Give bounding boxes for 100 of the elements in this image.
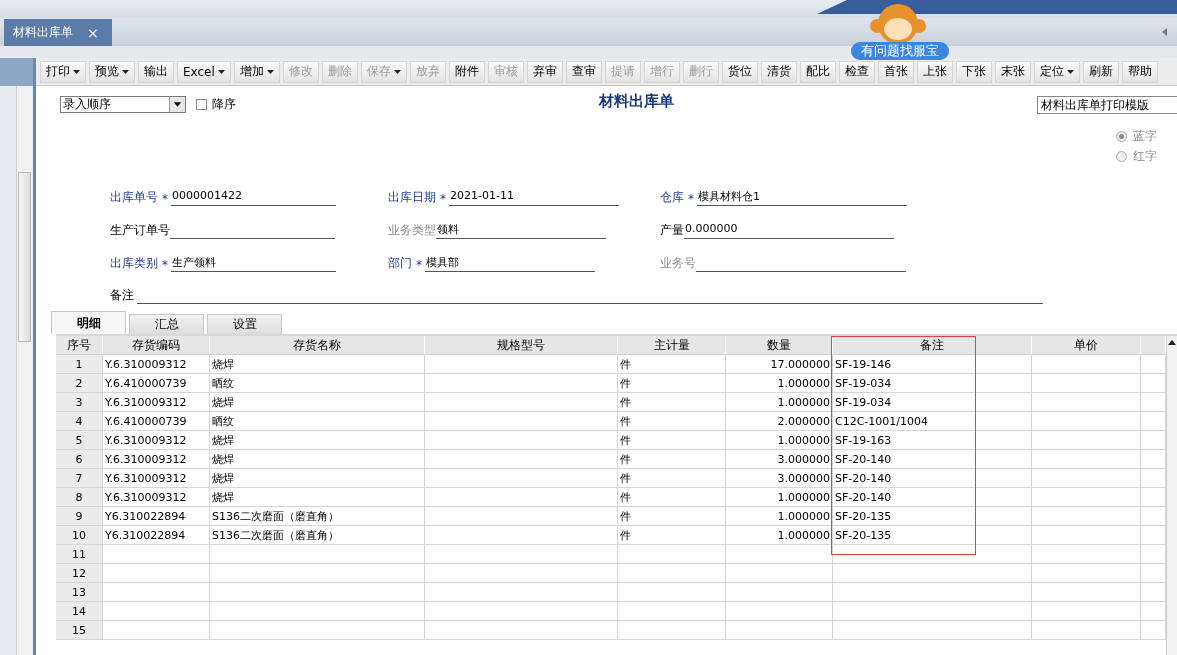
column-header: 数量	[726, 336, 833, 355]
row-number: 3	[56, 393, 103, 412]
document-tab[interactable]: 材料出库单 ×	[4, 19, 112, 46]
table-cell: 件	[618, 355, 726, 374]
column-header: 单价	[1032, 336, 1141, 355]
checkbox-icon[interactable]	[196, 99, 207, 110]
descending-checkbox[interactable]: 降序	[196, 96, 236, 113]
toolbar-button[interactable]: 弃审	[526, 60, 563, 83]
vertical-scrollbar[interactable]	[16, 86, 32, 655]
column-header: 存货名称	[210, 336, 425, 355]
toolbar-button[interactable]: 刷新	[1082, 60, 1119, 83]
row-number: 11	[56, 545, 103, 564]
table-cell: Y.6.410000739	[103, 412, 210, 431]
input-field[interactable]: 0000001422	[171, 189, 336, 206]
table-cell: 烧焊	[210, 488, 425, 507]
toolbar-button[interactable]: 查审	[565, 60, 602, 83]
table-cell	[1141, 507, 1166, 526]
row-number: 15	[56, 621, 103, 640]
scroll-left-icon[interactable]	[1162, 28, 1167, 36]
table-cell: SF-20-140	[833, 450, 1032, 469]
row-number: 14	[56, 602, 103, 621]
toolbar-button[interactable]: 末张	[994, 60, 1031, 83]
table-cell: SF-20-135	[833, 526, 1032, 545]
table-cell: 件	[618, 526, 726, 545]
required-mark: *	[440, 192, 446, 206]
table-cell: 件	[618, 412, 726, 431]
required-mark: *	[688, 192, 694, 206]
column-header: 存货编码	[103, 336, 210, 355]
table-cell: Y6.310022894	[103, 526, 210, 545]
toolbar-button[interactable]: 清货	[760, 60, 797, 83]
table-cell: 1.000000	[726, 526, 833, 545]
toolbar-button[interactable]: 定位	[1033, 60, 1080, 83]
table-cell: SF-20-140	[833, 469, 1032, 488]
sort-select[interactable]: 录入顺序	[60, 96, 186, 113]
table-cell: SF-20-140	[833, 488, 1032, 507]
detail-tab[interactable]: 汇总	[129, 314, 204, 334]
field-label: 备注	[110, 287, 134, 304]
table-cell: SF-19-146	[833, 355, 1032, 374]
input-field[interactable]: 0.000000	[684, 222, 894, 239]
table-cell: 烧焊	[210, 469, 425, 488]
table-cell: 件	[618, 469, 726, 488]
table-cell	[1141, 469, 1166, 488]
table-cell	[1141, 374, 1166, 393]
input-field[interactable]: 生产领料	[171, 255, 336, 272]
toolbar-button[interactable]: 帮助	[1121, 60, 1158, 83]
table-cell: Y6.310022894	[103, 507, 210, 526]
table-cell	[1141, 393, 1166, 412]
toolbar-button[interactable]: 附件	[448, 60, 485, 83]
close-icon[interactable]: ×	[87, 24, 99, 41]
toolbar-button[interactable]: 检查	[838, 60, 875, 83]
table-cell: Y.6.310009312	[103, 431, 210, 450]
required-mark: *	[162, 258, 168, 272]
checkbox-label: 降序	[212, 96, 236, 113]
toolbar-button[interactable]: 增加	[233, 60, 280, 83]
table-cell: 1.000000	[726, 393, 833, 412]
input-field[interactable]: 模具材料仓1	[697, 189, 907, 206]
table-cell: Y.6.310009312	[103, 355, 210, 374]
field-label: 业务类型	[388, 222, 436, 239]
toolbar-button[interactable]: 上张	[916, 60, 953, 83]
toolbar-button[interactable]: 首张	[877, 60, 914, 83]
toolbar-button[interactable]: 配比	[799, 60, 836, 83]
row-number: 13	[56, 583, 103, 602]
table-cell: 烧焊	[210, 393, 425, 412]
toolbar-button[interactable]: 预览	[89, 60, 135, 83]
toolbar-button[interactable]: 货位	[721, 60, 758, 83]
table-cell: 件	[618, 393, 726, 412]
toolbar-button[interactable]: Excel	[177, 60, 231, 83]
field-label: 部门	[388, 255, 412, 272]
table-cell: Y.6.310009312	[103, 393, 210, 412]
table-cell: Y.6.310009312	[103, 469, 210, 488]
table-cell: 件	[618, 507, 726, 526]
toolbar-button[interactable]: 打印	[40, 60, 86, 83]
field-label: 业务号	[660, 255, 696, 272]
input-field[interactable]: 2021-01-11	[449, 189, 619, 206]
scroll-up-icon[interactable]	[1168, 340, 1176, 345]
table-cell	[1141, 545, 1166, 564]
table-scrollbar[interactable]	[1166, 336, 1177, 655]
row-number: 2	[56, 374, 103, 393]
table-cell	[1141, 431, 1166, 450]
field-label: 出库类别	[110, 255, 158, 272]
help-badge[interactable]: 有问题找服宝	[851, 42, 949, 60]
input-field[interactable]: 模具部	[425, 255, 595, 272]
table-cell: 3.000000	[726, 450, 833, 469]
detail-tab[interactable]: 明细	[51, 311, 126, 334]
detail-tab[interactable]: 设置	[207, 314, 282, 334]
row-number: 10	[56, 526, 103, 545]
row-number: 9	[56, 507, 103, 526]
table-cell: 件	[618, 431, 726, 450]
toolbar-button[interactable]: 输出	[138, 60, 174, 83]
table-cell	[1141, 450, 1166, 469]
template-select[interactable]: 材料出库单打印模版	[1037, 96, 1177, 114]
table-cell: 17.000000	[726, 355, 833, 374]
toolbar-button[interactable]: 下张	[955, 60, 992, 83]
required-mark: *	[162, 192, 168, 206]
table-cell: 件	[618, 488, 726, 507]
table-cell: 1.000000	[726, 488, 833, 507]
form-title: 材料出库单	[597, 92, 675, 111]
table-cell: 件	[618, 374, 726, 393]
field-label: 生产订单号	[110, 222, 170, 239]
table-cell: 晒纹	[210, 374, 425, 393]
